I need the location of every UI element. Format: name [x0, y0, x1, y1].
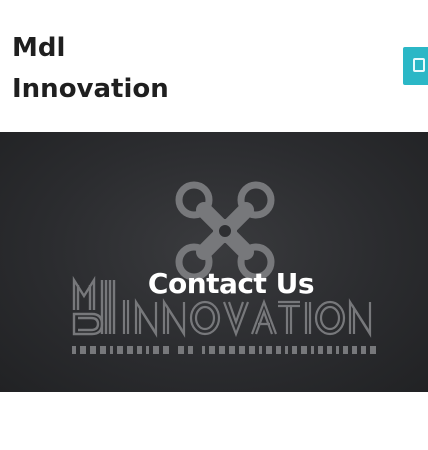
page-title: Contact Us — [147, 266, 315, 300]
drone-icon — [175, 181, 275, 281]
site-title-line-1[interactable]: Mdl — [12, 28, 232, 69]
site-header: Mdl Innovation — [0, 0, 428, 132]
menu-icon — [413, 58, 425, 72]
page-hero: Contact Us — [0, 132, 428, 392]
menu-toggle-button[interactable] — [403, 47, 428, 85]
logo-tagline — [72, 346, 376, 354]
mdl-innovation-logo — [72, 181, 376, 354]
logo-wordmark — [122, 298, 372, 338]
site-title-line-2[interactable]: Innovation — [12, 69, 232, 110]
site-title[interactable]: Mdl Innovation — [12, 28, 232, 110]
